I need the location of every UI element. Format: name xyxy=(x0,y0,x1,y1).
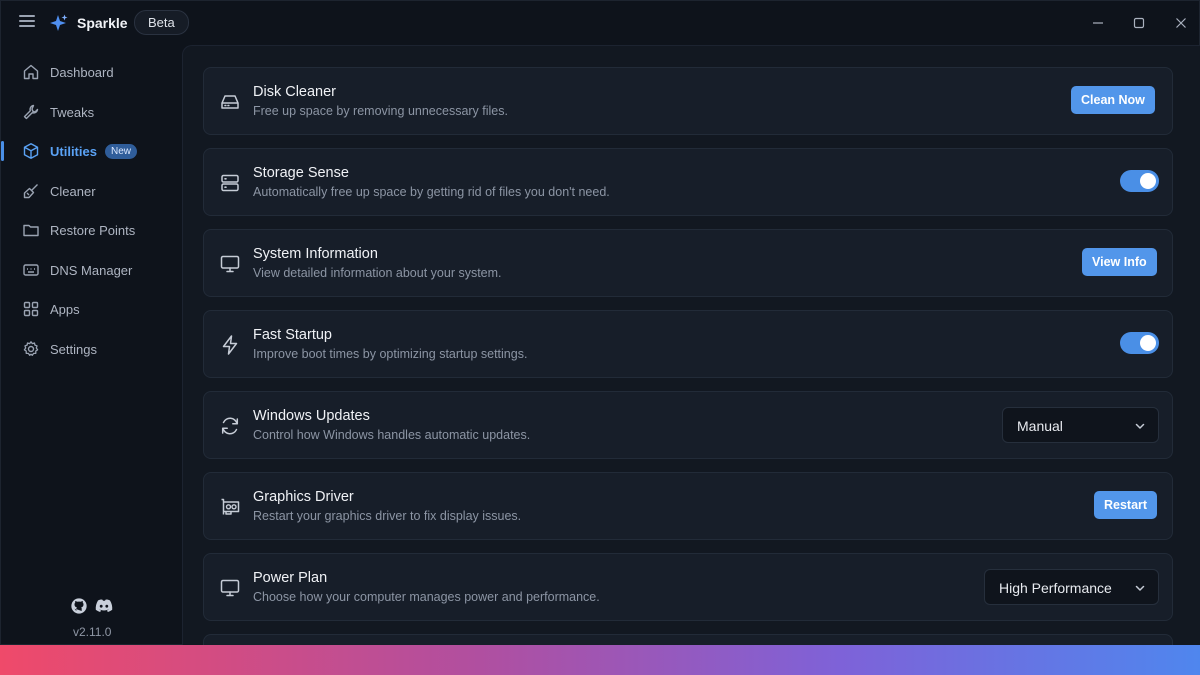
sidebar-item-dns-manager[interactable]: DNS Manager xyxy=(1,252,181,288)
hard-drive-icon xyxy=(221,95,239,109)
power-plan-select[interactable]: High Performance xyxy=(984,569,1159,605)
card-title: Fast Startup xyxy=(253,327,332,343)
cube-icon xyxy=(23,143,39,159)
grid-icon xyxy=(23,301,39,317)
gear-icon xyxy=(23,341,39,356)
wrench-icon xyxy=(23,104,39,120)
sidebar-item-label: Restore Points xyxy=(50,223,136,238)
app-version: v2.11.0 xyxy=(73,625,112,639)
chevron-down-icon xyxy=(1135,585,1145,591)
sidebar-item-dashboard[interactable]: Dashboard xyxy=(1,54,181,90)
sidebar-item-tweaks[interactable]: Tweaks xyxy=(1,94,181,130)
monitor-icon xyxy=(220,579,240,597)
main-content: Disk Cleaner Free up space by removing u… xyxy=(182,45,1200,645)
sidebar-item-apps[interactable]: Apps xyxy=(1,291,181,327)
sparkle-icon xyxy=(50,14,68,31)
card-title: Windows Updates xyxy=(253,408,370,424)
storage-icon xyxy=(221,174,239,192)
github-icon[interactable] xyxy=(69,597,89,615)
close-icon[interactable] xyxy=(1171,13,1191,33)
card-title: Power Plan xyxy=(253,570,328,586)
toggle-knob xyxy=(1140,173,1156,189)
network-icon xyxy=(23,264,39,276)
sidebar-item-label: Dashboard xyxy=(50,65,114,80)
sidebar-item-label: DNS Manager xyxy=(50,263,133,278)
brush-icon xyxy=(23,184,38,199)
sidebar-item-label: Tweaks xyxy=(50,105,95,120)
card-title: Storage Sense xyxy=(253,165,349,181)
sidebar-item-label: Settings xyxy=(50,342,97,357)
sidebar-item-settings[interactable]: Settings xyxy=(1,331,181,367)
fast-startup-toggle[interactable] xyxy=(1120,332,1159,354)
sidebar-item-cleaner[interactable]: Cleaner xyxy=(1,173,181,209)
discord-icon[interactable] xyxy=(94,597,114,615)
card-description: View detailed information about your sys… xyxy=(253,266,502,280)
storage-sense-toggle[interactable] xyxy=(1120,170,1159,192)
home-icon xyxy=(23,64,39,80)
card-description: Free up space by removing unnecessary fi… xyxy=(253,104,508,118)
windows-updates-select[interactable]: Manual xyxy=(1002,407,1159,443)
title-bar: Sparkle Beta xyxy=(1,1,1200,45)
sidebar-item-label: Utilities xyxy=(50,144,97,159)
gpu-icon xyxy=(221,498,240,515)
beta-badge: Beta xyxy=(134,10,189,35)
card-description: Automatically free up space by getting r… xyxy=(253,185,610,199)
folder-icon xyxy=(23,224,39,237)
sidebar-item-restore-points[interactable]: Restore Points xyxy=(1,212,181,248)
card-partial xyxy=(203,634,1173,645)
card-fast-startup: Fast Startup Improve boot times by optim… xyxy=(203,310,1173,378)
lightning-icon xyxy=(222,335,238,355)
sidebar-item-label: Cleaner xyxy=(50,184,96,199)
clean-now-button[interactable]: Clean Now xyxy=(1071,86,1155,114)
maximize-icon[interactable] xyxy=(1129,13,1149,33)
card-system-information: System Information View detailed informa… xyxy=(203,229,1173,297)
card-storage-sense: Storage Sense Automatically free up spac… xyxy=(203,148,1173,216)
refresh-icon xyxy=(221,417,239,435)
new-badge: New xyxy=(105,144,138,159)
card-title: Graphics Driver xyxy=(253,489,354,505)
gradient-strip xyxy=(0,645,1200,675)
card-description: Control how Windows handles automatic up… xyxy=(253,428,531,442)
chevron-down-icon xyxy=(1135,423,1145,429)
card-description: Restart your graphics driver to fix disp… xyxy=(253,509,522,523)
view-info-button[interactable]: View Info xyxy=(1082,248,1157,276)
sidebar-item-utilities[interactable]: Utilities New xyxy=(1,133,181,169)
toggle-knob xyxy=(1140,335,1156,351)
card-graphics-driver: Graphics Driver Restart your graphics dr… xyxy=(203,472,1173,540)
card-windows-updates: Windows Updates Control how Windows hand… xyxy=(203,391,1173,459)
app-window: Sparkle Beta Dashboard Tweaks Utilities … xyxy=(0,0,1200,645)
card-title: Disk Cleaner xyxy=(253,84,336,100)
card-disk-cleaner: Disk Cleaner Free up space by removing u… xyxy=(203,67,1173,135)
hamburger-icon[interactable] xyxy=(19,15,35,29)
card-description: Choose how your computer manages power a… xyxy=(253,590,600,604)
card-power-plan: Power Plan Choose how your computer mana… xyxy=(203,553,1173,621)
minimize-icon[interactable] xyxy=(1088,13,1108,33)
sidebar: Dashboard Tweaks Utilities New Cleaner R… xyxy=(1,45,181,645)
select-value: Manual xyxy=(1017,418,1063,434)
card-description: Improve boot times by optimizing startup… xyxy=(253,347,528,361)
app-name: Sparkle xyxy=(77,15,128,31)
monitor-icon xyxy=(220,255,240,273)
sidebar-item-label: Apps xyxy=(50,302,80,317)
select-value: High Performance xyxy=(999,580,1112,596)
restart-button[interactable]: Restart xyxy=(1094,491,1158,519)
card-title: System Information xyxy=(253,246,378,262)
